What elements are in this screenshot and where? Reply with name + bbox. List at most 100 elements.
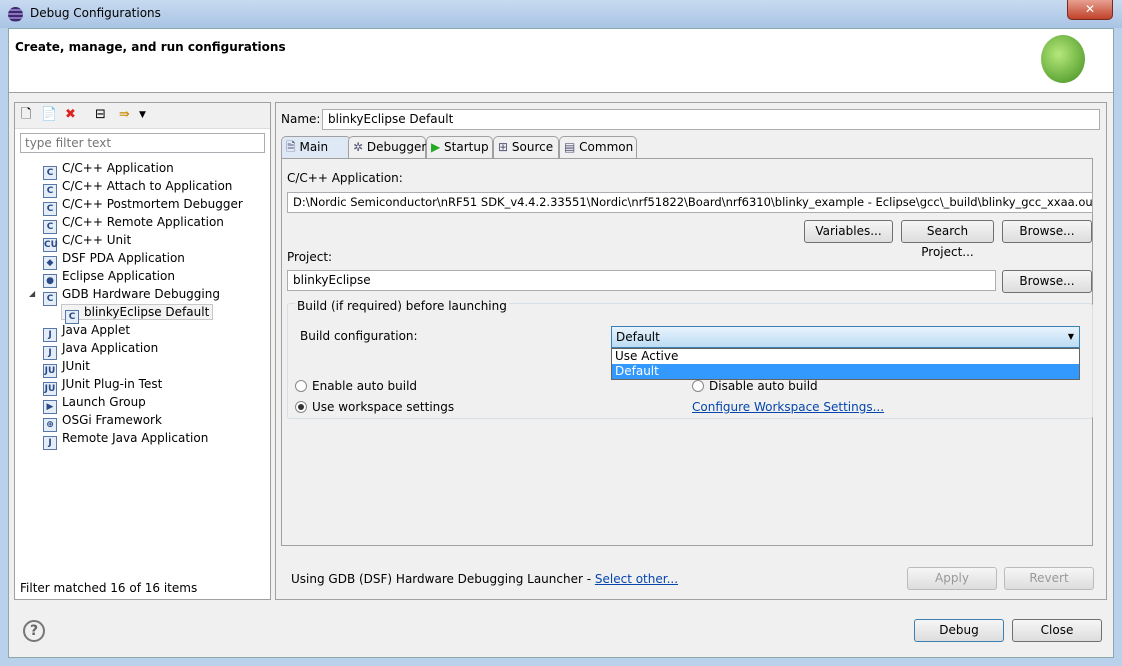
tree-item[interactable]: ◆ DSF PDA Application: [43, 249, 185, 270]
expand-arrow-icon[interactable]: ◢: [29, 285, 35, 303]
build-config-label: Build configuration:: [300, 329, 418, 343]
filter-icon[interactable]: ⇛: [119, 108, 130, 122]
debug-button[interactable]: Debug: [914, 619, 1004, 642]
tab-icon: ▤: [564, 140, 580, 154]
close-button[interactable]: Close: [1012, 619, 1102, 642]
project-field[interactable]: blinkyEclipse: [287, 270, 996, 291]
tree-item[interactable]: JU JUnit Plug-in Test: [43, 375, 162, 396]
collapse-all-icon[interactable]: ⊟: [95, 108, 106, 122]
tab-source[interactable]: ⊞ Source: [493, 136, 559, 158]
tree-item[interactable]: ⊕ OSGi Framework: [43, 411, 162, 432]
tree-item[interactable]: CU C/C++ Unit: [43, 231, 132, 252]
enable-auto-label: Enable auto build: [312, 379, 418, 393]
debug-bug-icon: [1041, 35, 1085, 83]
title-bar: Debug Configurations ✕: [0, 0, 1122, 28]
header-title: Create, manage, and run configurations: [15, 40, 286, 54]
build-config-dropdown: Use Active Default: [611, 348, 1080, 380]
tab-icon: ⊞: [498, 140, 512, 154]
tree-item-label: GDB Hardware Debugging: [62, 287, 220, 301]
configuration-tree-panel: 🗋 📄 ✖ ⊟ ⇛ ▼ CC/C++ ApplicationCC/C++ Att…: [14, 102, 271, 600]
launcher-info: Using GDB (DSF) Hardware Debugging Launc…: [291, 572, 678, 586]
view-menu-chevron-down-icon[interactable]: ▼: [139, 108, 146, 122]
revert-button[interactable]: Revert: [1004, 567, 1094, 590]
select-other-link[interactable]: Select other...: [595, 572, 678, 586]
tree-item-label: OSGi Framework: [62, 413, 162, 427]
variables-button[interactable]: Variables...: [804, 220, 893, 243]
configuration-editor: Name: blinkyEclipse Default 🗎 Main ✲ Debu…: [275, 102, 1107, 600]
tree-item[interactable]: J Java Applet: [43, 321, 131, 342]
project-label: Project:: [287, 250, 333, 264]
radio-icon: [295, 380, 307, 392]
tree-item[interactable]: J Java Application: [43, 339, 159, 360]
tab-common[interactable]: ▤ Common: [559, 136, 637, 158]
tree-item[interactable]: C C/C++ Postmortem Debugger: [43, 195, 243, 216]
dialog-header: Create, manage, and run configurations: [9, 29, 1113, 93]
radio-selected-icon: [295, 401, 307, 413]
build-group-title: Build (if required) before launching: [295, 299, 509, 313]
tree-item-label: Java Application: [62, 341, 159, 355]
eclipse-icon: [8, 7, 23, 22]
tree-item[interactable]: ◢ C GDB Hardware Debugging: [29, 285, 220, 306]
tree-item-label: C/C++ Postmortem Debugger: [62, 197, 243, 211]
tree-item-label: Java Applet: [62, 323, 131, 337]
config-type-icon: C: [43, 292, 57, 306]
use-workspace-label: Use workspace settings: [312, 400, 455, 414]
config-type-icon: J: [43, 436, 57, 450]
tree-item[interactable]: C C/C++ Application: [43, 159, 174, 180]
name-field[interactable]: blinkyEclipse Default: [322, 109, 1100, 130]
close-window-button[interactable]: ✕: [1067, 0, 1113, 20]
tree-item-label: C/C++ Unit: [62, 233, 132, 247]
chevron-down-icon: ▼: [1067, 332, 1074, 341]
tree-item[interactable]: ● Eclipse Application: [43, 267, 175, 288]
filter-input[interactable]: [20, 133, 265, 153]
tab-icon: ▶: [431, 140, 445, 154]
tree-item[interactable]: J Remote Java Application: [43, 429, 209, 450]
tree-item-label: DSF PDA Application: [62, 251, 185, 265]
browse-project-button[interactable]: Browse...: [1002, 270, 1092, 293]
tree-item-label: C/C++ Remote Application: [62, 215, 224, 229]
tab-label: Startup: [444, 140, 489, 154]
tab-startup[interactable]: ▶ Startup: [426, 136, 493, 158]
new-config-icon[interactable]: 🗋: [21, 108, 31, 122]
tree-toolbar: 🗋 📄 ✖ ⊟ ⇛ ▼: [15, 103, 270, 129]
filter-status: Filter matched 16 of 16 items: [20, 581, 198, 595]
tab-debugger[interactable]: ✲ Debugger: [348, 136, 426, 158]
tab-label: Common: [579, 140, 634, 154]
option-default[interactable]: Default: [612, 364, 1079, 379]
name-label: Name:: [281, 112, 321, 126]
application-path-field[interactable]: D:\Nordic Semiconductor\nRF51 SDK_v4.4.2…: [287, 192, 1093, 213]
browse-app-button[interactable]: Browse...: [1002, 220, 1092, 243]
tab-label: Source: [511, 140, 554, 154]
use-workspace-settings-radio[interactable]: Use workspace settings: [295, 400, 454, 414]
tree-item-label: blinkyEclipse Default: [84, 305, 210, 319]
window-title: Debug Configurations: [30, 6, 161, 20]
tree-item[interactable]: C C/C++ Attach to Application: [43, 177, 232, 198]
help-icon[interactable]: ?: [23, 620, 45, 642]
tab-label: Main: [299, 140, 329, 154]
tree-item[interactable]: ▶ Launch Group: [43, 393, 146, 414]
tree-item-label: Eclipse Application: [62, 269, 175, 283]
tree-item-label: Remote Java Application: [62, 431, 209, 445]
configure-workspace-link[interactable]: Configure Workspace Settings...: [692, 400, 884, 414]
build-config-select[interactable]: Default ▼: [611, 326, 1080, 348]
tab-label: Debugger: [366, 140, 427, 154]
enable-auto-build-radio[interactable]: Enable auto build: [295, 379, 417, 393]
search-project-button[interactable]: Search Project...: [901, 220, 994, 259]
dialog-client: Create, manage, and run configurations 🗋…: [8, 28, 1114, 658]
tree-item-label: Launch Group: [62, 395, 146, 409]
option-use-active[interactable]: Use Active: [612, 349, 1079, 364]
build-config-value: Default: [616, 330, 660, 344]
radio-icon: [692, 380, 704, 392]
disable-auto-build-radio[interactable]: Disable auto build: [692, 379, 818, 393]
app-label: C/C++ Application:: [287, 171, 403, 185]
duplicate-icon[interactable]: 📄: [41, 108, 57, 122]
tab-icon: 🗎: [286, 140, 300, 154]
delete-icon[interactable]: ✖: [65, 108, 76, 122]
build-group: Build configuration: Default ▼ Use Active…: [287, 303, 1093, 419]
tree-item[interactable]: CblinkyEclipse Default: [61, 303, 214, 324]
tree-item[interactable]: JU JUnit: [43, 357, 90, 378]
apply-button[interactable]: Apply: [907, 567, 997, 590]
tab-main[interactable]: 🗎 Main: [281, 136, 351, 158]
launcher-text: Using GDB (DSF) Hardware Debugging Launc…: [291, 572, 595, 586]
tree-item[interactable]: C C/C++ Remote Application: [43, 213, 224, 234]
